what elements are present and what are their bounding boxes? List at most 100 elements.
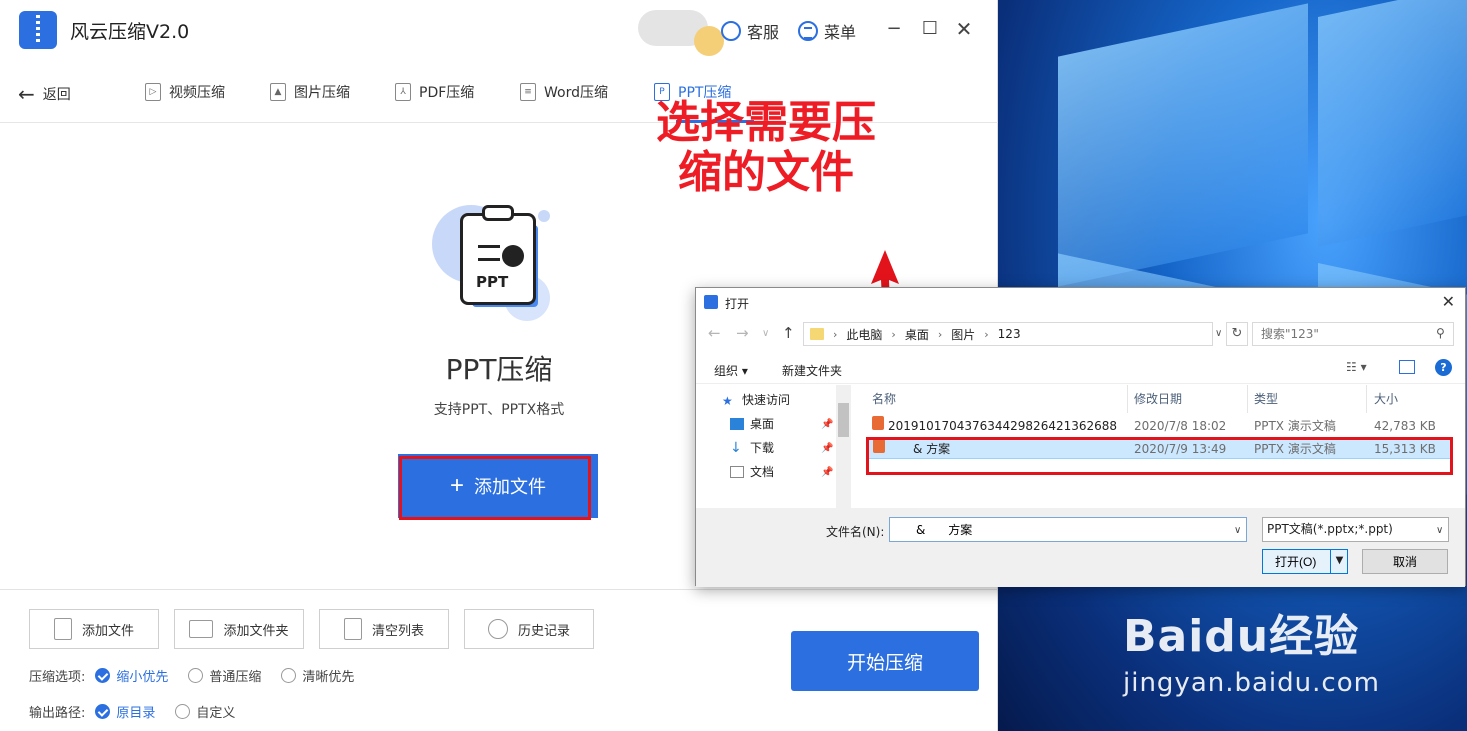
tab-pdf-compress[interactable]: ⅄ PDF压缩 [395,82,474,102]
cancel-button[interactable]: 取消 [1362,549,1448,574]
file-date: 2020/7/8 18:02 [1134,419,1227,433]
chevron-down-icon[interactable]: ∨ [1234,525,1241,536]
radio-label: 清晰优先 [302,670,355,685]
tab-video-compress[interactable]: ▷ 视频压缩 [145,82,225,102]
output-path-label: 输出路径: [29,706,86,721]
customer-service-button[interactable]: 客服 [721,19,779,43]
file-row-selected[interactable]: & 方案 2020/7/9 13:49 PPTX 演示文稿 15,313 KB [866,438,1452,459]
column-header-size[interactable]: 大小 [1374,385,1398,413]
refresh-icon[interactable]: ↻ [1226,322,1248,346]
menu-icon [798,21,818,41]
tab-image-compress[interactable]: ▲ 图片压缩 [270,82,350,102]
preview-pane-icon[interactable] [1399,360,1415,374]
app-logo-icon [19,11,57,49]
sidebar-item-documents[interactable]: 文档 [730,463,774,480]
annotation-line: 选择需要压 [656,97,876,148]
tab-word-compress[interactable]: ≡ Word压缩 [520,82,608,102]
tab-label: 图片压缩 [294,85,350,101]
add-file-icon [53,618,72,640]
tab-label: 视频压缩 [169,85,225,101]
help-icon[interactable]: ? [1435,359,1452,376]
button-label: 历史记录 [517,623,570,639]
search-input[interactable] [1252,322,1454,346]
radio-label: 缩小优先 [116,670,169,685]
sidebar-item-desktop[interactable]: 桌面 [730,415,774,432]
dialog-close-icon[interactable]: ✕ [1442,292,1455,311]
breadcrumb-item[interactable]: 图片 [951,326,975,343]
radio-original-dir[interactable]: 原目录 [95,702,155,721]
radio-label: 自定义 [196,706,236,721]
radio-normal[interactable]: 普通压缩 [188,666,261,685]
radio-clarity-first[interactable]: 清晰优先 [281,666,354,685]
folder-icon [810,328,824,340]
clear-list-button[interactable]: 清空列表 [319,609,449,649]
view-options-icon[interactable]: ☷ ▾ [1346,360,1367,374]
new-folder-button[interactable]: 新建文件夹 [782,362,842,379]
menu-label: 菜单 [824,23,857,42]
radio-shrink-first[interactable]: 缩小优先 [95,666,168,685]
add-file-button[interactable]: + 添加文件 [398,454,598,518]
watermark-url: jingyan.baidu.com [1123,668,1380,698]
video-icon: ▷ [145,83,161,101]
close-button[interactable]: ✕ [952,17,976,41]
minimize-button[interactable]: − [882,17,906,41]
image-icon: ▲ [270,83,286,101]
breadcrumb-item[interactable]: 此电脑 [846,326,882,343]
button-label: 清空列表 [371,623,424,639]
sidebar-item-downloads[interactable]: ↓ 下载 [730,439,774,456]
pin-icon: 📌 [821,419,834,430]
sidebar-scrollbar[interactable] [836,385,851,508]
radio-custom-dir[interactable]: 自定义 [175,702,235,721]
menu-button[interactable]: 菜单 [798,19,856,43]
breadcrumb-item[interactable]: 桌面 [905,326,929,343]
app-title: 风云压缩V2.0 [70,21,190,43]
title-bar: 风云压缩V2.0 客服 菜单 − ☐ ✕ [0,0,998,62]
add-folder-button[interactable]: 添加文件夹 [174,609,304,649]
baidu-watermark: Baidu经验 jingyan.baidu.com [1123,600,1380,698]
column-header-name[interactable]: 名称 [872,385,896,413]
dialog-title: 打开 [725,297,750,311]
file-name: & 方案 [913,442,951,456]
sidebar-item-quick-access[interactable]: ★ 快速访问 [722,391,790,408]
breadcrumb-item[interactable]: 123 [998,327,1021,341]
up-arrow-icon[interactable]: ↑ [782,324,795,342]
file-type: PPTX 演示文稿 [1254,419,1336,433]
chevron-down-icon[interactable]: ∨ [1215,328,1222,339]
annotation-line: 缩的文件 [678,147,854,198]
sidebar-item-label: 文档 [750,465,775,479]
sidebar-item-label: 快速访问 [742,393,791,407]
customer-service-label: 客服 [747,23,780,42]
dialog-footer: 文件名(N): ∨ PPT文稿(*.pptx;*.ppt) ∨ 打开(O) ▼ … [696,508,1465,587]
file-date: 2020/7/9 13:49 [1134,442,1227,456]
clock-icon [487,619,508,639]
pin-icon: 📌 [821,467,834,478]
compress-options: 压缩选项: 缩小优先 普通压缩 清晰优先 [29,666,374,685]
filename-input[interactable] [889,517,1247,542]
weather-icon [638,6,724,56]
add-file-label: 添加文件 [474,477,546,497]
headset-icon [721,21,741,41]
file-row[interactable]: 20191017043763442982642136268​8 2020/7/8… [866,416,1452,437]
chevron-down-icon[interactable]: ∨ [1436,525,1443,536]
column-header-date[interactable]: 修改日期 [1134,385,1182,413]
history-button[interactable]: 历史记录 [464,609,594,649]
back-button[interactable]: ← 返回 [18,82,71,106]
organize-menu[interactable]: 组织 ▾ [714,362,748,379]
ppt-badge: PPT [476,273,509,291]
filename-label: 文件名(N): [826,525,885,539]
window-logo-pane [1058,3,1308,287]
open-dropdown-icon[interactable]: ▼ [1330,549,1348,574]
file-type: PPTX 演示文稿 [1254,442,1336,456]
forward-arrow-icon[interactable]: → [736,324,749,342]
maximize-button[interactable]: ☐ [918,17,942,41]
address-bar[interactable]: › 此电脑 › 桌面 › 图片 › 123 [803,322,1213,346]
column-header-type[interactable]: 类型 [1254,385,1278,413]
back-arrow-icon[interactable]: ← [708,324,721,342]
start-compress-button[interactable]: 开始压缩 [791,631,979,691]
filetype-select[interactable]: PPT文稿(*.pptx;*.ppt) [1262,517,1449,542]
document-icon [730,465,744,478]
add-file-toolbar-button[interactable]: 添加文件 [29,609,159,649]
app-icon [704,295,718,309]
recent-locations-icon[interactable]: ∨ [762,328,769,339]
pdf-icon: ⅄ [395,83,411,101]
